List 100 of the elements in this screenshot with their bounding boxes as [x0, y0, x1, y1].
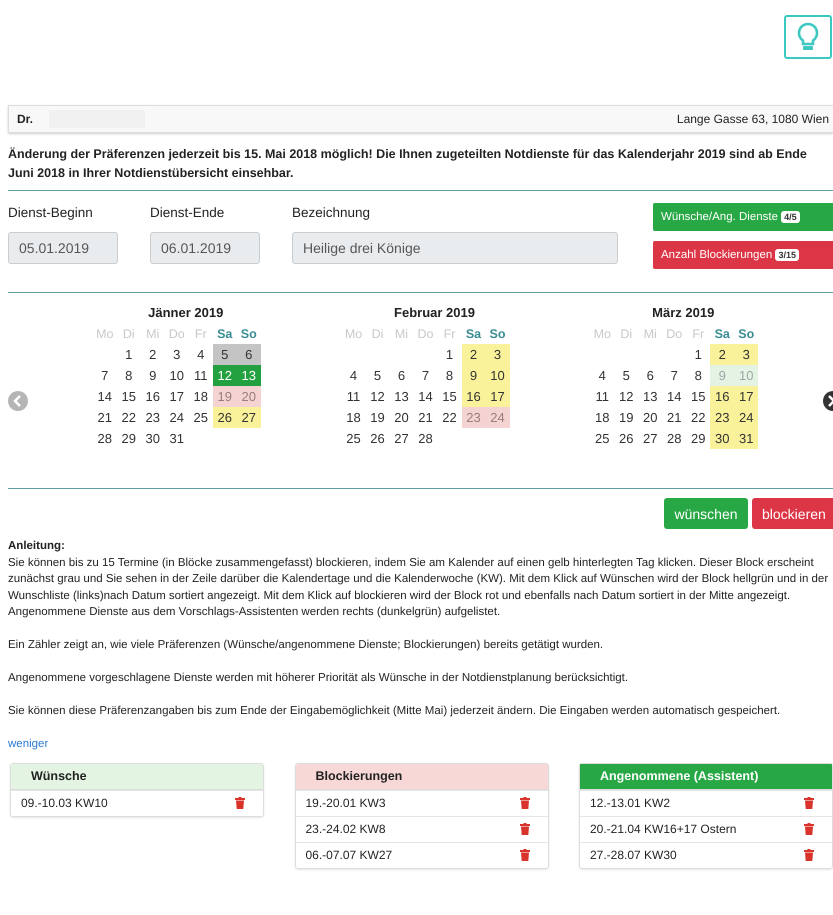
trash-icon[interactable]	[520, 823, 530, 835]
counter-button[interactable]: Wünsche/Ang. Dienste 4/5	[653, 203, 833, 231]
calendar-day[interactable]: 21	[662, 407, 686, 428]
calendar-day[interactable]: 3	[164, 344, 189, 365]
calendar-day[interactable]: 1	[686, 344, 710, 365]
calendar-day[interactable]: 4	[342, 365, 366, 386]
calendar-day[interactable]: 12	[366, 386, 390, 407]
calendar-day[interactable]: 15	[438, 386, 462, 407]
calendar-day[interactable]: 11	[342, 386, 366, 407]
calendar-day[interactable]: 22	[116, 407, 141, 428]
calendar-day[interactable]: 15	[686, 386, 710, 407]
calendar-day[interactable]: 2	[140, 344, 165, 365]
trash-icon[interactable]	[520, 797, 530, 809]
calendar-day[interactable]: 27	[638, 428, 662, 449]
calendar-day[interactable]: 26	[212, 407, 237, 428]
calendar-day[interactable]: 30	[710, 428, 734, 449]
calendar-day[interactable]: 9	[462, 365, 486, 386]
calendar-day[interactable]: 16	[140, 386, 165, 407]
calendar-day[interactable]: 28	[414, 428, 438, 449]
calendar-day[interactable]: 11	[188, 365, 213, 386]
calendar-day[interactable]: 12	[614, 386, 638, 407]
calendar-day[interactable]: 7	[92, 365, 117, 386]
calendar-day[interactable]: 25	[342, 428, 366, 449]
calendar-day[interactable]: 20	[390, 407, 414, 428]
calendar-day[interactable]: 27	[390, 428, 414, 449]
calendar-day[interactable]: 4	[188, 344, 213, 365]
trash-icon[interactable]	[804, 849, 814, 861]
calendar-day[interactable]: 31	[164, 428, 189, 449]
calendar-day[interactable]: 28	[92, 428, 117, 449]
calendar-day[interactable]: 14	[662, 386, 686, 407]
calendar-day[interactable]: 17	[734, 386, 758, 407]
calendar-day[interactable]: 26	[366, 428, 390, 449]
calendar-day[interactable]: 11	[590, 386, 614, 407]
calendar-day[interactable]: 16	[710, 386, 734, 407]
calendar-day[interactable]: 17	[486, 386, 510, 407]
calendar-day[interactable]: 21	[92, 407, 117, 428]
calendar-day[interactable]: 9	[140, 365, 165, 386]
calendar-day[interactable]: 3	[486, 344, 510, 365]
input-field[interactable]: 05.01.2019	[8, 232, 118, 264]
calendar-day[interactable]: 18	[342, 407, 366, 428]
calendar-day[interactable]: 1	[116, 344, 141, 365]
calendar-day[interactable]: 13	[390, 386, 414, 407]
calendar-day[interactable]: 25	[188, 407, 213, 428]
trash-icon[interactable]	[804, 823, 814, 835]
calendar-day[interactable]: 1	[438, 344, 462, 365]
calendar-day[interactable]: 6	[390, 365, 414, 386]
input-field[interactable]: 06.01.2019	[150, 232, 260, 264]
calendar-day[interactable]: 30	[140, 428, 165, 449]
calendar-day[interactable]: 17	[164, 386, 189, 407]
calendar-day[interactable]: 29	[116, 428, 141, 449]
calendar-day[interactable]: 21	[414, 407, 438, 428]
calendar-day[interactable]: 19	[614, 407, 638, 428]
date-block-text: 19.-20.01 KW3	[306, 796, 386, 810]
trash-icon[interactable]	[520, 849, 530, 861]
calendar-day[interactable]: 29	[686, 428, 710, 449]
calendar-day[interactable]: 6	[236, 344, 261, 365]
calendar-day[interactable]: 22	[686, 407, 710, 428]
calendar-day[interactable]: 31	[734, 428, 758, 449]
calendar-day[interactable]: 15	[116, 386, 141, 407]
calendar-day[interactable]: 14	[92, 386, 117, 407]
calendar-day[interactable]: 6	[638, 365, 662, 386]
less-link[interactable]: weniger	[8, 736, 48, 752]
calendar-day[interactable]: 20	[638, 407, 662, 428]
calendar-day[interactable]: 2	[710, 344, 734, 365]
calendar-day[interactable]: 5	[366, 365, 390, 386]
trash-icon[interactable]	[235, 797, 245, 809]
calendar-day[interactable]: 25	[590, 428, 614, 449]
calendar-day[interactable]: 18	[590, 407, 614, 428]
next-arrow-icon[interactable]	[823, 391, 833, 411]
calendar-day[interactable]: 5	[212, 344, 237, 365]
calendar-day[interactable]: 26	[614, 428, 638, 449]
input-field[interactable]: Heilige drei Könige	[292, 232, 618, 264]
calendar-day[interactable]: 10	[486, 365, 510, 386]
calendar-day[interactable]: 27	[236, 407, 261, 428]
counter-button[interactable]: Anzahl Blockierungen 3/15	[653, 241, 833, 269]
calendar-day[interactable]: 24	[734, 407, 758, 428]
calendar-day[interactable]: 5	[614, 365, 638, 386]
calendar-day[interactable]: 2	[462, 344, 486, 365]
calendar-day[interactable]: 8	[438, 365, 462, 386]
calendar-day[interactable]: 8	[116, 365, 141, 386]
calendar-day[interactable]: 23	[140, 407, 165, 428]
trash-icon[interactable]	[804, 797, 814, 809]
calendar-day[interactable]: 18	[188, 386, 213, 407]
calendar-day[interactable]: 7	[662, 365, 686, 386]
calendar-day[interactable]: 14	[414, 386, 438, 407]
action-button[interactable]: blockieren	[752, 498, 833, 529]
calendar-day[interactable]: 4	[590, 365, 614, 386]
calendar-day[interactable]: 3	[734, 344, 758, 365]
calendar-day[interactable]: 13	[638, 386, 662, 407]
calendar-day[interactable]: 7	[414, 365, 438, 386]
calendar-day[interactable]: 22	[438, 407, 462, 428]
doctor-title: Dr.	[17, 112, 34, 126]
calendar-day[interactable]: 24	[164, 407, 189, 428]
instruction-text: Angenommene vorgeschlagene Dienste werden mit höherer Priorität als Wünsche in der Notdienstplanung berücksichtigt.	[8, 671, 630, 686]
calendar-day[interactable]: 8	[686, 365, 710, 386]
calendar-day[interactable]: 10	[164, 365, 189, 386]
calendar-day[interactable]: 16	[462, 386, 486, 407]
calendar-day[interactable]: 28	[662, 428, 686, 449]
calendar-day[interactable]: 19	[366, 407, 390, 428]
calendar-day[interactable]: 23	[710, 407, 734, 428]
